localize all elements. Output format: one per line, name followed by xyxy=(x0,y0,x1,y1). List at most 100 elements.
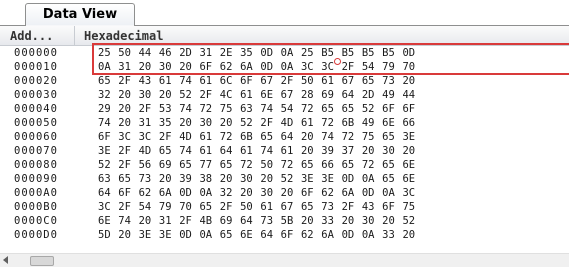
hex-byte[interactable]: 2F xyxy=(139,103,159,115)
hex-byte[interactable]: 0A xyxy=(281,47,301,59)
hex-byte[interactable]: 6B xyxy=(240,131,260,143)
hex-byte[interactable]: 65 xyxy=(382,159,402,171)
hex-byte[interactable]: B5 xyxy=(342,47,362,59)
hex-byte[interactable]: 61 xyxy=(240,89,260,101)
hex-byte[interactable]: 3E xyxy=(321,173,341,185)
hex-byte[interactable]: 4D xyxy=(139,145,159,157)
hex-byte[interactable]: 44 xyxy=(402,89,422,101)
hex-byte[interactable]: 67 xyxy=(281,89,301,101)
hex-byte[interactable]: 49 xyxy=(382,89,402,101)
hex-byte[interactable]: 65 xyxy=(159,145,179,157)
hex-byte[interactable]: 20 xyxy=(301,145,321,157)
hex-byte[interactable]: 20 xyxy=(139,215,159,227)
hex-byte[interactable]: 44 xyxy=(139,47,159,59)
hex-byte[interactable]: 20 xyxy=(382,215,402,227)
hex-byte[interactable]: 65 xyxy=(220,229,240,241)
hex-byte[interactable]: 61 xyxy=(199,131,219,143)
hex-byte[interactable]: 72 xyxy=(362,159,382,171)
hex-byte[interactable]: 6F xyxy=(382,103,402,115)
hex-byte[interactable]: 54 xyxy=(362,61,382,73)
hex-byte[interactable]: 6F xyxy=(402,103,422,115)
hex-byte[interactable]: 2F xyxy=(342,201,362,213)
hex-byte[interactable]: 74 xyxy=(98,117,118,129)
hex-byte[interactable]: 65 xyxy=(260,131,280,143)
hex-byte[interactable]: 20 xyxy=(281,187,301,199)
hex-byte[interactable]: 0D xyxy=(260,61,280,73)
hex-byte[interactable]: 6B xyxy=(342,117,362,129)
hex-byte[interactable]: 2F xyxy=(260,117,280,129)
hex-byte[interactable]: 3C xyxy=(139,131,159,143)
hex-byte[interactable]: 0D xyxy=(260,47,280,59)
hex-byte[interactable]: 61 xyxy=(321,75,341,87)
hex-byte[interactable]: 6E xyxy=(382,117,402,129)
hex-byte[interactable]: 20 xyxy=(260,173,280,185)
hex-byte[interactable]: 20 xyxy=(159,89,179,101)
hex-byte[interactable]: 2F xyxy=(220,201,240,213)
hex-byte[interactable]: 69 xyxy=(321,89,341,101)
hex-byte[interactable]: 3C xyxy=(402,187,422,199)
hex-byte[interactable]: 32 xyxy=(220,187,240,199)
hex-byte[interactable]: 2F xyxy=(118,145,138,157)
hex-byte[interactable]: 6E xyxy=(402,173,422,185)
hex-byte[interactable]: 61 xyxy=(159,75,179,87)
hex-byte[interactable]: 67 xyxy=(281,201,301,213)
hex-byte[interactable]: 20 xyxy=(402,75,422,87)
hex-byte[interactable]: 75 xyxy=(362,131,382,143)
hex-byte[interactable]: 61 xyxy=(199,75,219,87)
hex-byte[interactable]: 6A xyxy=(240,61,260,73)
hex-byte[interactable]: 67 xyxy=(342,75,362,87)
hex-byte[interactable]: 75 xyxy=(402,201,422,213)
hex-byte[interactable]: 65 xyxy=(199,201,219,213)
hex-byte[interactable]: 6E xyxy=(240,229,260,241)
hex-byte[interactable]: 43 xyxy=(139,75,159,87)
hex-byte[interactable]: 4C xyxy=(220,89,240,101)
scrollbar-thumb[interactable] xyxy=(30,256,54,266)
hex-byte[interactable]: 72 xyxy=(301,103,321,115)
hex-byte[interactable]: 31 xyxy=(199,47,219,59)
hex-byte[interactable]: 72 xyxy=(240,159,260,171)
hex-byte[interactable]: 6F xyxy=(281,229,301,241)
column-divider[interactable] xyxy=(74,26,75,45)
hex-byte[interactable]: 50 xyxy=(118,47,138,59)
hex-byte[interactable]: 2F xyxy=(179,215,199,227)
hex-byte[interactable]: 30 xyxy=(240,173,260,185)
hex-byte[interactable]: 5B xyxy=(281,215,301,227)
hex-byte[interactable]: 61 xyxy=(260,201,280,213)
hex-byte[interactable]: 20 xyxy=(118,229,138,241)
tab-data-view[interactable]: Data View xyxy=(25,3,135,26)
hex-byte[interactable]: 31 xyxy=(139,117,159,129)
hex-byte[interactable]: 5D xyxy=(98,229,118,241)
hex-byte[interactable]: 65 xyxy=(342,103,362,115)
hex-byte[interactable]: 65 xyxy=(301,159,321,171)
hex-byte[interactable]: 2F xyxy=(118,75,138,87)
hex-byte[interactable]: 20 xyxy=(159,173,179,185)
hex-byte[interactable]: 30 xyxy=(362,215,382,227)
hex-byte[interactable]: 33 xyxy=(382,229,402,241)
hex-byte[interactable]: 2F xyxy=(159,131,179,143)
hex-byte[interactable]: 20 xyxy=(301,215,321,227)
hex-byte[interactable]: 72 xyxy=(220,131,240,143)
hex-byte[interactable]: 74 xyxy=(179,103,199,115)
address-column-header[interactable]: Add... xyxy=(10,29,53,43)
hex-byte[interactable]: 50 xyxy=(301,75,321,87)
scroll-left-icon[interactable] xyxy=(3,256,8,264)
hex-byte[interactable]: 0D xyxy=(342,229,362,241)
hex-byte[interactable]: 20 xyxy=(220,173,240,185)
hex-byte[interactable]: 3C xyxy=(98,201,118,213)
hex-byte[interactable]: 20 xyxy=(118,89,138,101)
hex-byte[interactable]: 3E xyxy=(402,131,422,143)
hex-byte[interactable]: 65 xyxy=(179,159,199,171)
hex-byte[interactable]: 6C xyxy=(220,75,240,87)
hex-byte[interactable]: 35 xyxy=(159,117,179,129)
hex-byte[interactable]: 52 xyxy=(281,173,301,185)
hex-byte[interactable]: 73 xyxy=(260,215,280,227)
hex-byte[interactable]: 72 xyxy=(321,117,341,129)
hex-byte[interactable]: 75 xyxy=(220,103,240,115)
hex-byte[interactable]: 61 xyxy=(301,117,321,129)
hex-byte[interactable]: 6F xyxy=(199,61,219,73)
hex-byte[interactable]: 69 xyxy=(159,159,179,171)
hex-byte[interactable]: 74 xyxy=(118,215,138,227)
hex-byte[interactable]: 28 xyxy=(301,89,321,101)
hex-byte[interactable]: 20 xyxy=(220,117,240,129)
hex-byte[interactable]: 31 xyxy=(159,215,179,227)
